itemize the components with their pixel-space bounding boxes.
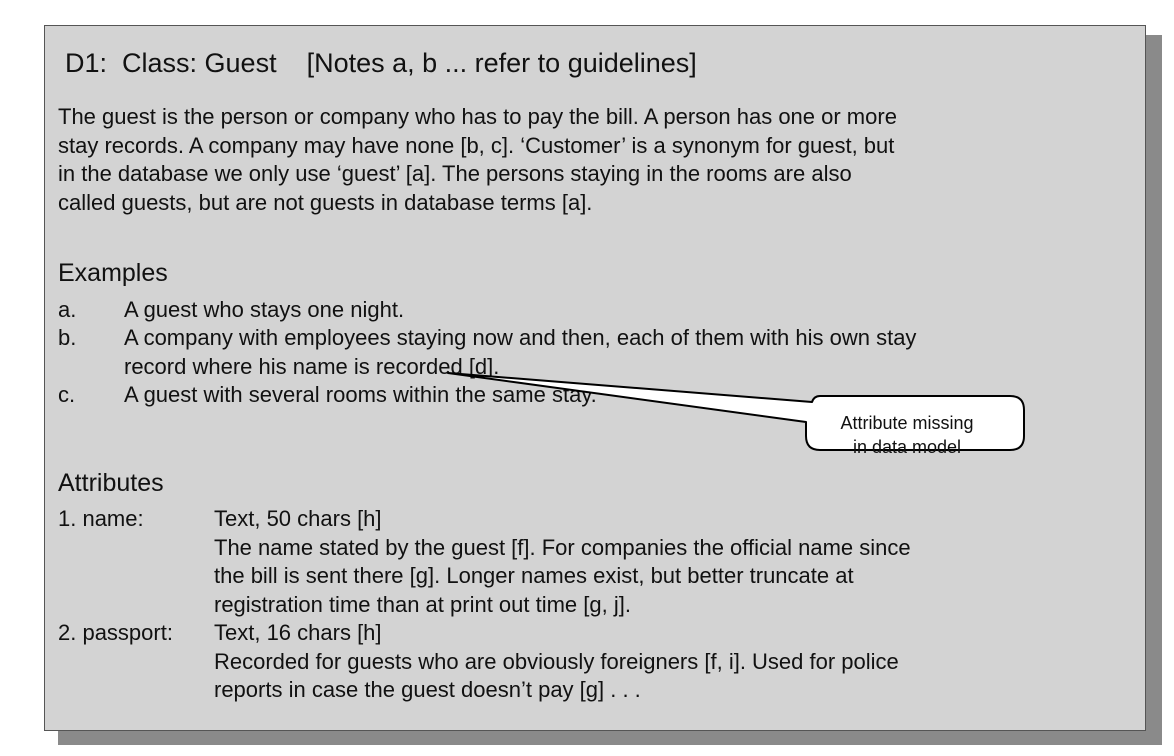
callout-text: Attribute missing in data model xyxy=(800,411,1014,459)
callout-line: Attribute missing xyxy=(840,413,974,433)
callout-bubble xyxy=(447,372,1025,451)
callout-line: in data model xyxy=(852,437,962,457)
